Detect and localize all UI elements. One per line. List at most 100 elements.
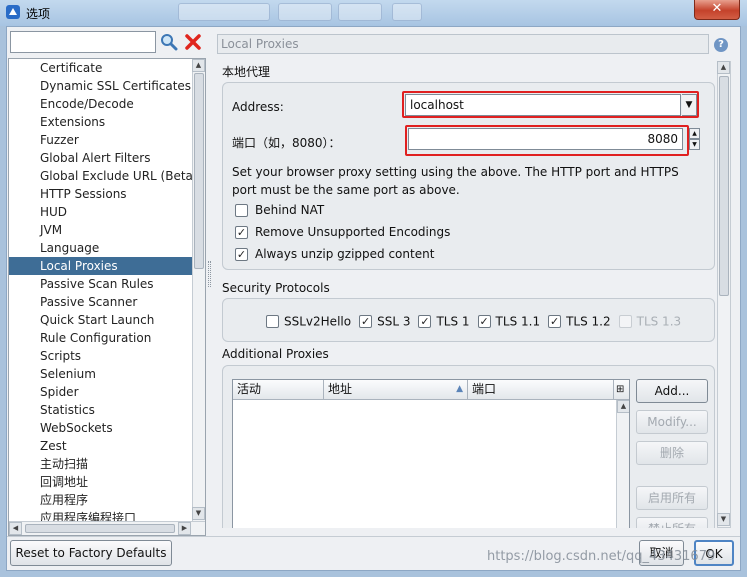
tree-horizontal-scrollbar[interactable]: ◀ ▶	[9, 521, 205, 535]
tree-item[interactable]: Extensions	[9, 113, 192, 131]
remove-proxy-button[interactable]: 删除	[636, 441, 708, 465]
column-header-address-label: 地址	[328, 382, 353, 396]
app-icon	[6, 5, 20, 19]
tree-item[interactable]: Zest	[9, 437, 192, 455]
local-proxy-group: Address: localhost ▼ 端口（如，8080）： 8080 ▲ …	[222, 82, 715, 270]
checkbox-checked-icon[interactable]: ✓	[235, 226, 248, 239]
close-button[interactable]: ✕	[694, 0, 740, 20]
checkbox-checked-icon[interactable]: ✓	[235, 248, 248, 261]
chevron-down-icon[interactable]: ▼	[682, 94, 697, 116]
protocol-checkbox[interactable]: ✓ TLS 1	[418, 314, 470, 329]
column-header-port[interactable]: 端口	[468, 380, 614, 400]
reset-defaults-button[interactable]: Reset to Factory Defaults	[10, 540, 172, 566]
checkbox-checked-icon[interactable]: ✓	[477, 315, 491, 328]
options-dialog: Certificate Dynamic SSL Certificates Encod…	[6, 26, 741, 571]
footer-divider	[7, 536, 740, 537]
modify-proxy-button[interactable]: Modify...	[636, 410, 708, 434]
tree-item[interactable]: Selenium	[9, 365, 192, 383]
protocol-checkbox[interactable]: ✓ TLS 1.1	[477, 314, 541, 329]
background-window-tab	[338, 3, 382, 21]
tree-item[interactable]: Dynamic SSL Certificates	[9, 77, 192, 95]
column-header-active[interactable]: 活动	[233, 380, 324, 400]
scroll-down-icon[interactable]: ▼	[192, 507, 205, 520]
scroll-up-icon[interactable]: ▲	[617, 400, 629, 413]
scroll-right-icon[interactable]: ▶	[178, 522, 191, 535]
option-label: Always unzip gzipped content	[255, 247, 435, 261]
title-bar[interactable]: 选项 ✕	[0, 0, 747, 26]
column-header-address[interactable]: 地址 ▲	[324, 380, 468, 400]
checkbox-unchecked-icon[interactable]	[618, 315, 632, 328]
spinner-up-icon[interactable]: ▲	[689, 128, 700, 139]
protocol-checkbox[interactable]: SSLv2Hello	[266, 314, 351, 329]
background-window-tab	[278, 3, 332, 21]
scroll-thumb[interactable]	[25, 524, 175, 533]
tree-item[interactable]: Global Alert Filters	[9, 149, 192, 167]
options-tree-list: Certificate Dynamic SSL Certificates Encod…	[9, 59, 192, 521]
column-chooser-icon[interactable]: ⊞	[614, 380, 629, 400]
tree-item[interactable]: 主动扫描	[9, 455, 192, 473]
port-spinner-input[interactable]: 8080	[408, 128, 683, 150]
scroll-thumb[interactable]	[194, 73, 204, 269]
address-combobox[interactable]: localhost	[405, 94, 681, 116]
checkbox-checked-icon[interactable]: ✓	[418, 315, 432, 328]
tree-item[interactable]: Spider	[9, 383, 192, 401]
scroll-up-icon[interactable]: ▲	[717, 61, 730, 74]
watermark-text: https://blog.csdn.net/qq_43431679	[487, 549, 716, 564]
tree-item[interactable]: WebSockets	[9, 419, 192, 437]
checkbox-unchecked-icon[interactable]	[266, 315, 279, 328]
scroll-thumb[interactable]	[719, 76, 729, 296]
clear-icon[interactable]	[184, 33, 202, 51]
sort-ascending-icon: ▲	[456, 384, 463, 394]
protocol-checkbox[interactable]: ✓ SSL 3	[359, 314, 410, 329]
tree-item[interactable]: Passive Scanner	[9, 293, 192, 311]
tree-item[interactable]: HTTP Sessions	[9, 185, 192, 203]
tree-item[interactable]: HUD	[9, 203, 192, 221]
add-proxy-button[interactable]: Add...	[636, 379, 708, 403]
window-title: 选项	[26, 7, 51, 21]
help-icon[interactable]: ?	[714, 38, 728, 52]
protocol-checkbox[interactable]: ✓ TLS 1.2	[548, 314, 611, 329]
protocol-checkbox[interactable]: TLS 1.3	[618, 314, 681, 329]
page-title: Local Proxies	[217, 34, 709, 54]
tree-item[interactable]: Quick Start Launch	[9, 311, 192, 329]
option-label: Remove Unsupported Encodings	[255, 225, 451, 239]
tree-item[interactable]: Fuzzer	[9, 131, 192, 149]
scroll-up-icon[interactable]: ▲	[192, 59, 205, 72]
tree-item[interactable]: Language	[9, 239, 192, 257]
search-icon[interactable]	[160, 33, 178, 51]
enable-all-button[interactable]: 启用所有	[636, 486, 708, 510]
tree-item[interactable]: Global Exclude URL (Beta)	[9, 167, 192, 185]
tree-item[interactable]: Encode/Decode	[9, 95, 192, 113]
settings-vertical-scrollbar[interactable]: ▲ ▼	[717, 61, 731, 528]
checkbox-unchecked-icon[interactable]	[235, 204, 248, 217]
tree-item[interactable]: Certificate	[9, 59, 192, 77]
checkbox-checked-icon[interactable]: ✓	[548, 315, 562, 328]
scroll-down-icon[interactable]: ▼	[717, 513, 730, 526]
additional-proxies-table[interactable]: 活动 地址 ▲ 端口 ⊞ ▲	[232, 379, 630, 528]
table-vertical-scrollbar[interactable]: ▲	[616, 400, 629, 528]
checkbox-checked-icon[interactable]: ✓	[359, 315, 373, 328]
scroll-left-icon[interactable]: ◀	[9, 522, 22, 535]
tree-vertical-scrollbar[interactable]: ▲ ▼	[192, 59, 205, 521]
protocol-checkboxes: SSLv2Hello ✓ SSL 3 ✓ TLS 1 ✓ TLS 1.1 ✓ TLS 1.2 TL…	[266, 314, 689, 330]
background-window-tab	[178, 3, 270, 21]
spinner-down-icon[interactable]: ▼	[689, 139, 700, 150]
tree-item[interactable]: Local Proxies	[9, 257, 192, 275]
options-tree: Certificate Dynamic SSL Certificates Encod…	[8, 58, 206, 536]
splitter-handle[interactable]	[208, 261, 211, 287]
settings-content: 本地代理 Address: localhost ▼ 端口（如，8080）： 80…	[217, 58, 730, 528]
tree-item[interactable]: 应用程序编程接口	[9, 509, 192, 521]
protocol-label: TLS 1.1	[495, 314, 541, 329]
option-label: Behind NAT	[255, 203, 325, 217]
tree-item[interactable]: Passive Scan Rules	[9, 275, 192, 293]
tree-item[interactable]: Statistics	[9, 401, 192, 419]
protocol-label: TLS 1.2	[566, 314, 611, 329]
tree-item[interactable]: Rule Configuration	[9, 329, 192, 347]
local-proxy-section-label: 本地代理	[222, 65, 271, 79]
tree-item[interactable]: 应用程序	[9, 491, 192, 509]
tree-item[interactable]: 回调地址	[9, 473, 192, 491]
tree-item[interactable]: JVM	[9, 221, 192, 239]
tree-item[interactable]: Scripts	[9, 347, 192, 365]
disable-all-button[interactable]: 禁止所有	[636, 517, 708, 528]
search-input[interactable]	[10, 31, 156, 53]
